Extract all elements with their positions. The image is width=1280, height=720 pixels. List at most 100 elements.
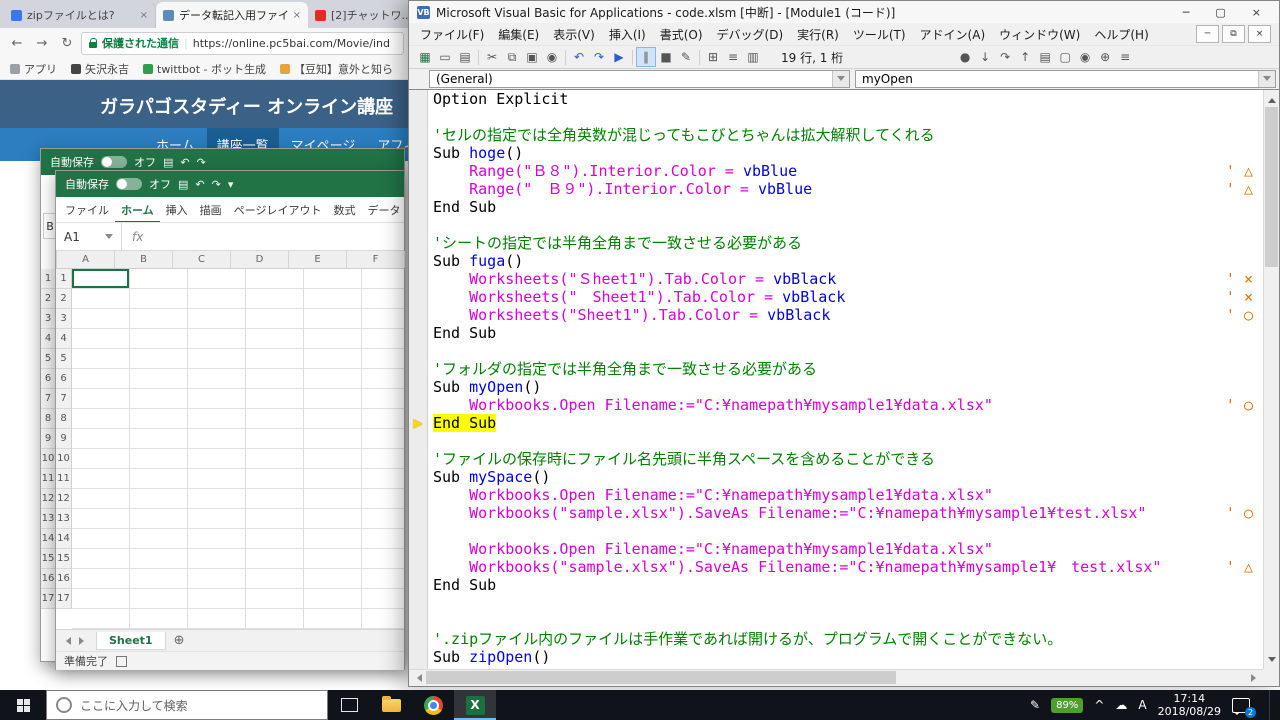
menu-item[interactable]: ツール(T): [846, 24, 913, 45]
call-stack-icon[interactable]: ≡: [1115, 47, 1135, 67]
vertical-scroll-thumb[interactable]: [1265, 107, 1278, 267]
code-line[interactable]: Sub myOpen(): [433, 378, 1263, 396]
save-icon[interactable]: ▤: [178, 178, 188, 191]
find-icon[interactable]: ◉: [542, 47, 562, 67]
step-over-icon[interactable]: ↷: [995, 47, 1015, 67]
code-line[interactable]: Worksheets(" Sheet1").Tab.Color = vbBlac…: [433, 288, 1263, 306]
row-header[interactable]: 2: [41, 289, 56, 309]
taskbar-clock[interactable]: 17:14 2018/08/29: [1158, 692, 1221, 718]
ribbon-tab[interactable]: ファイル: [59, 197, 115, 223]
code-line[interactable]: Workbooks("sample.xlsx").SaveAs Filename…: [433, 504, 1263, 522]
copy-icon[interactable]: ⧉: [502, 47, 522, 67]
action-center-icon[interactable]: 2: [1232, 698, 1250, 713]
menu-item[interactable]: ヘルプ(H): [1087, 24, 1155, 45]
quick-watch-icon[interactable]: ⊕: [1095, 47, 1115, 67]
row-header[interactable]: 17: [56, 589, 72, 609]
code-line[interactable]: Workbooks("sample.xlsx").SaveAs Filename…: [433, 558, 1263, 576]
row-header[interactable]: 6: [41, 369, 56, 389]
combo-dropdown-icon[interactable]: [1258, 71, 1275, 87]
code-line[interactable]: [433, 522, 1263, 540]
code-line[interactable]: [433, 612, 1263, 630]
row-header[interactable]: 4: [41, 329, 56, 349]
code-line[interactable]: Sub zipOpen(): [433, 648, 1263, 666]
address-bar[interactable]: 保護された通信 | https://online.pc5bai.com/Movi…: [81, 32, 404, 55]
properties-window-icon[interactable]: ≡: [723, 47, 743, 67]
selected-cell-a1[interactable]: [72, 269, 129, 288]
menu-item[interactable]: 編集(E): [491, 24, 546, 45]
row-header[interactable]: 13: [56, 509, 72, 529]
ribbon-tab[interactable]: ページレイアウト: [228, 197, 328, 223]
close-button[interactable]: ×: [1252, 6, 1261, 19]
code-line[interactable]: '.zipファイル内のファイルは手作業であれば開けるが、プログラムで開くことがで…: [433, 630, 1263, 648]
scroll-up-icon[interactable]: [1264, 90, 1279, 106]
row-header[interactable]: 8: [56, 409, 72, 429]
ribbon-tab[interactable]: 挿入: [160, 197, 194, 223]
code-line[interactable]: [433, 432, 1263, 450]
row-header[interactable]: 10: [41, 449, 56, 469]
browser-tab[interactable]: [2]チャットワ...×: [308, 2, 410, 28]
browser-tab[interactable]: zipファイルとは?×: [4, 2, 156, 28]
sheet-nav-right-icon[interactable]: [79, 637, 88, 645]
task-view-button[interactable]: [328, 690, 370, 720]
locals-window-icon[interactable]: ▤: [1035, 47, 1055, 67]
chrome-taskbar-button[interactable]: [412, 690, 454, 720]
row-header[interactable]: 12: [56, 489, 72, 509]
code-line[interactable]: [433, 216, 1263, 234]
toggle-breakpoint-icon[interactable]: ●: [955, 47, 975, 67]
bookmark-item[interactable]: アプリ: [10, 61, 57, 77]
step-into-icon[interactable]: ↓: [975, 47, 995, 67]
code-line[interactable]: Sub fuga(): [433, 252, 1263, 270]
battery-badge[interactable]: 89%: [1051, 698, 1083, 713]
procedure-combo[interactable]: myOpen: [855, 70, 1276, 88]
menu-item[interactable]: ファイル(F): [413, 24, 491, 45]
undo-icon[interactable]: ↶: [569, 47, 589, 67]
row-header[interactable]: 1: [41, 269, 56, 289]
code-lines[interactable]: Option Explicit 'セルの指定では全角英数が混じってもこびとちゃんは…: [428, 90, 1263, 669]
code-line[interactable]: End Sub: [433, 198, 1263, 216]
watch-window-icon[interactable]: ◉: [1075, 47, 1095, 67]
horizontal-scrollbar[interactable]: [409, 669, 1263, 685]
onedrive-cloud-icon[interactable]: ☁: [1115, 698, 1127, 712]
code-line[interactable]: Workbooks.Open Filename:="C:¥namepath¥my…: [433, 540, 1263, 558]
view-excel-icon[interactable]: ▦: [415, 47, 435, 67]
row-header[interactable]: 5: [41, 349, 56, 369]
ribbon-tab[interactable]: 描画: [194, 197, 228, 223]
menu-item[interactable]: アドイン(A): [913, 24, 993, 45]
tab-close-icon[interactable]: ×: [140, 10, 148, 21]
menu-item[interactable]: ウィンドウ(W): [992, 24, 1087, 45]
row-header[interactable]: 6: [56, 369, 72, 389]
redo-icon[interactable]: ↷: [212, 178, 221, 191]
formula-input[interactable]: [153, 223, 404, 250]
bookmark-item[interactable]: 【豆知】意外と知ら: [280, 61, 393, 77]
bookmark-item[interactable]: 矢沢永吉: [71, 61, 129, 77]
row-header[interactable]: 8: [41, 409, 56, 429]
row-header[interactable]: 15: [41, 549, 56, 569]
row-header[interactable]: 9: [41, 429, 56, 449]
excel-taskbar-button[interactable]: X: [454, 690, 496, 720]
code-line[interactable]: Worksheets("Ｓheet1").Tab.Color = vbBlack…: [433, 270, 1263, 288]
menu-item[interactable]: デバッグ(D): [710, 24, 791, 45]
code-line[interactable]: Range("Ｂ８").Interior.Color = vbBlue' △: [433, 162, 1263, 180]
undo-icon[interactable]: ↶: [195, 178, 204, 191]
code-line[interactable]: End Sub: [433, 324, 1263, 342]
row-header[interactable]: 11: [41, 469, 56, 489]
code-editor[interactable]: ▶ Option Explicit'セルの指定では全角英数が混じってもこびとちゃ…: [409, 89, 1279, 669]
row-header[interactable]: 12: [41, 489, 56, 509]
redo-icon[interactable]: ↷: [589, 47, 609, 67]
code-line[interactable]: Workbooks.Open Filename:="C:¥namepath¥my…: [433, 486, 1263, 504]
code-line[interactable]: Worksheets("Sheet1").Tab.Color = vbBlack…: [433, 306, 1263, 324]
scroll-right-icon[interactable]: [1247, 670, 1263, 685]
name-box[interactable]: A1: [56, 223, 122, 250]
menu-item[interactable]: 表示(V): [546, 24, 602, 45]
code-line[interactable]: 'セルの指定では全角英数が混じってもこびとちゃんは拡大解釈してくれる: [433, 126, 1263, 144]
row-header[interactable]: 7: [41, 389, 56, 409]
sheet-tab[interactable]: Sheet1: [96, 632, 166, 650]
insert-userform-icon[interactable]: ▭: [435, 47, 455, 67]
code-line[interactable]: Option Explicit: [433, 90, 1263, 108]
immediate-window-icon[interactable]: ▢: [1055, 47, 1075, 67]
row-header[interactable]: 16: [41, 569, 56, 589]
file-explorer-button[interactable]: [370, 690, 412, 720]
minimize-button[interactable]: ─: [1183, 6, 1190, 19]
row-header[interactable]: 10: [56, 449, 72, 469]
code-line[interactable]: End Sub: [433, 414, 1263, 432]
